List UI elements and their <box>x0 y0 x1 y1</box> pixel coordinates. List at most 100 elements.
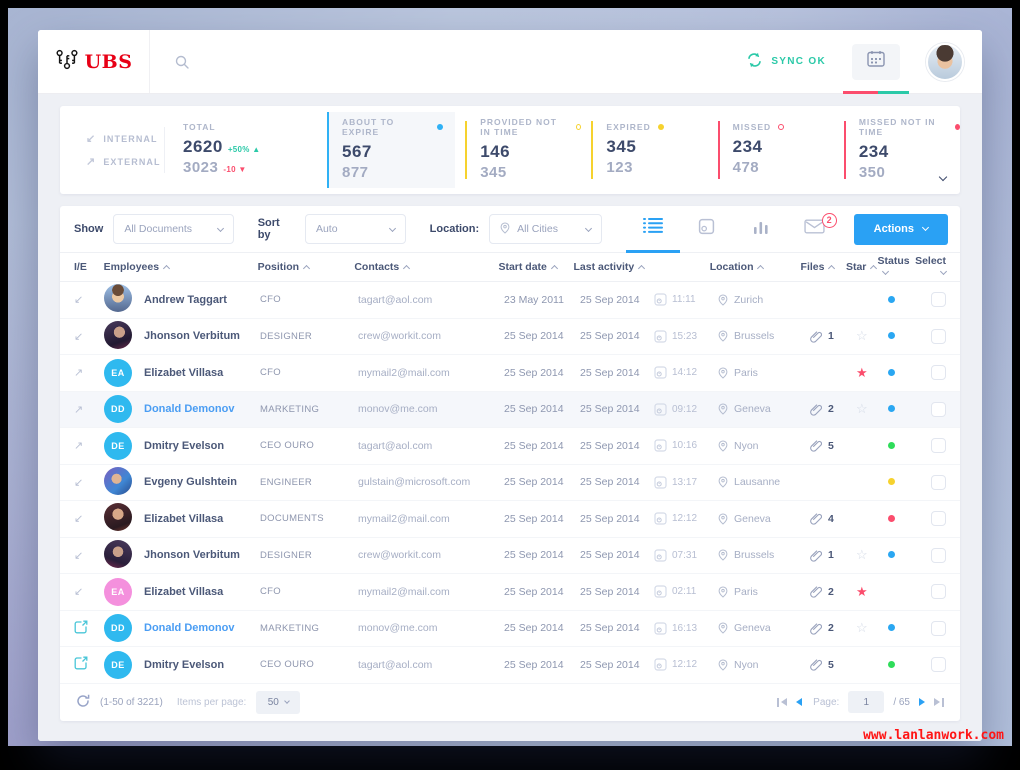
row-checkbox[interactable] <box>931 620 946 636</box>
files-count: 2 <box>828 585 834 598</box>
star-icon[interactable]: ☆ <box>856 547 868 562</box>
star-icon[interactable]: ★ <box>856 365 868 380</box>
table-row[interactable]: ↙ Jhonson Verbitum DESIGNER crew@workit.com… <box>60 538 960 574</box>
sort-caret-icon <box>939 267 948 276</box>
pagination: Page: / 65 <box>777 691 944 713</box>
stat-label: MISSED NOT IN TIME <box>858 117 936 138</box>
start-date: 25 Sep 2014 <box>504 366 564 379</box>
stat-card-provided-not-in-time[interactable]: PROVIDED NOT IN TIME 146 345 <box>465 117 582 181</box>
show-select[interactable]: All Documents <box>113 214 234 244</box>
table-row[interactable]: DD Donald Demonov MARKETING monov@me.com 25 … <box>60 611 960 647</box>
internal-arrow-icon: ↙ <box>74 330 84 343</box>
files-count: 4 <box>828 512 834 525</box>
view-tab-mail[interactable]: 2 <box>788 206 842 253</box>
column-header-status[interactable]: Status <box>878 255 916 279</box>
last-activity-date: 25 Sep 2014 <box>580 439 640 452</box>
table-row[interactable]: ↙ EA Elizabet Villasa CFO mymail2@mail.com 25… <box>60 574 960 611</box>
row-checkbox[interactable] <box>931 584 946 600</box>
location: Nyon <box>718 440 810 452</box>
sync-status: SYNC OK <box>746 52 826 71</box>
start-date: 25 Sep 2014 <box>504 585 564 598</box>
column-header-location[interactable]: Location <box>710 261 801 273</box>
refresh-icon[interactable] <box>76 694 90 711</box>
star-icon[interactable]: ☆ <box>856 620 868 635</box>
sort-caret-icon <box>638 264 646 273</box>
table-row[interactable]: DE Dmitry Evelson CEO OURO tagart@aol.com 25… <box>60 647 960 684</box>
per-page-select[interactable]: 50 <box>256 690 301 714</box>
table-row[interactable]: ↗ DE Dmitry Evelson CEO OURO tagart@aol.com 2… <box>60 428 960 465</box>
prev-page-button[interactable] <box>796 698 803 706</box>
table-row[interactable]: ↗ EA Elizabet Villasa CFO mymail2@mail.com 25… <box>60 355 960 392</box>
stat-card-about-to-expire[interactable]: ABOUT TO EXPIRE 567 877 <box>327 112 456 188</box>
star-cell: ☆ <box>856 402 888 416</box>
time-icon <box>654 403 667 416</box>
column-header-employees[interactable]: Employees <box>104 261 258 273</box>
view-tab-chart[interactable] <box>734 206 788 253</box>
last-activity-date: 25 Sep 2014 <box>580 585 640 598</box>
contact-email: tagart@aol.com <box>358 439 433 452</box>
star-icon[interactable]: ☆ <box>856 401 868 416</box>
location-select-value: All Cities <box>517 223 558 235</box>
start-date: 25 Sep 2014 <box>504 403 564 416</box>
time-icon <box>654 658 667 671</box>
next-page-button[interactable] <box>919 698 925 706</box>
paperclip-icon <box>810 549 822 562</box>
column-header-select[interactable]: Select <box>915 255 948 279</box>
sort-select[interactable]: Auto <box>304 214 406 244</box>
table-row[interactable]: ↙ Evgeny Gulshtein ENGINEER gulstain@micros… <box>60 465 960 501</box>
row-checkbox[interactable] <box>931 438 946 454</box>
column-header-position[interactable]: Position <box>258 261 355 273</box>
location: Paris <box>718 586 810 598</box>
stat-label: PROVIDED NOT IN TIME <box>480 117 557 138</box>
user-avatar[interactable] <box>926 42 964 81</box>
row-checkbox[interactable] <box>931 474 946 490</box>
last-page-button[interactable] <box>934 697 944 707</box>
stat-card-expired[interactable]: EXPIRED 345 123 <box>591 121 707 179</box>
results-range: (1-50 of 3221) <box>100 696 163 708</box>
search-icon[interactable] <box>174 54 190 70</box>
row-checkbox[interactable] <box>931 401 946 417</box>
star-icon[interactable]: ★ <box>856 584 868 599</box>
sort-label: Sort by <box>257 217 280 241</box>
card-view-icon <box>698 218 715 240</box>
last-activity-date: 25 Sep 2014 <box>580 622 640 635</box>
view-tab-cards[interactable] <box>680 206 734 253</box>
row-checkbox[interactable] <box>931 657 946 673</box>
star-icon[interactable]: ☆ <box>856 328 868 343</box>
row-checkbox[interactable] <box>931 547 946 563</box>
column-header-files[interactable]: Files <box>801 261 846 273</box>
last-activity-date: 25 Sep 2014 <box>580 293 640 306</box>
status-dot-icon <box>888 332 895 340</box>
column-header-star[interactable]: Star <box>846 261 878 273</box>
column-header-start-date[interactable]: Start date <box>498 261 573 273</box>
stat-card-missed[interactable]: MISSED 234 478 <box>717 121 834 179</box>
avatar: DE <box>104 431 132 460</box>
location-select[interactable]: All Cities <box>489 214 602 244</box>
table-row[interactable]: ↗ DD Donald Demonov MARKETING monov@me.com 25… <box>60 391 960 428</box>
table-row[interactable]: ↙ Andrew Taggart CFO tagart@aol.com 23 May 2… <box>60 282 960 319</box>
status-cell <box>888 476 926 488</box>
stats-expand-chevron-icon[interactable] <box>938 167 948 185</box>
time-icon <box>654 622 667 635</box>
column-header-last-activity[interactable]: Last activity <box>574 261 710 273</box>
row-checkbox[interactable] <box>931 365 946 381</box>
table-row[interactable]: ↙ Jhonson Verbitum DESIGNER crew@workit.com… <box>60 319 960 355</box>
first-page-button[interactable] <box>777 697 788 707</box>
row-checkbox[interactable] <box>931 511 946 527</box>
pin-icon <box>718 513 728 525</box>
last-activity-time: 02:11 <box>654 585 718 598</box>
table-row[interactable]: ↙ Elizabet Villasa DOCUMENTS mymail2@mail.c… <box>60 501 960 538</box>
position: MARKETING <box>260 622 320 634</box>
column-header-contacts[interactable]: Contacts <box>354 261 498 273</box>
contact-email: crew@workit.com <box>358 330 442 343</box>
calendar-button[interactable] <box>852 43 900 80</box>
row-checkbox[interactable] <box>931 328 946 344</box>
actions-button[interactable]: Actions <box>853 213 949 245</box>
sync-refresh-icon[interactable] <box>746 52 763 71</box>
employee-name: Andrew Taggart <box>144 293 227 306</box>
row-checkbox[interactable] <box>931 292 946 308</box>
view-tab-list[interactable] <box>625 206 680 253</box>
calendar-tab[interactable] <box>842 30 910 94</box>
status-cell <box>888 440 926 452</box>
page-number-input[interactable] <box>848 691 885 713</box>
